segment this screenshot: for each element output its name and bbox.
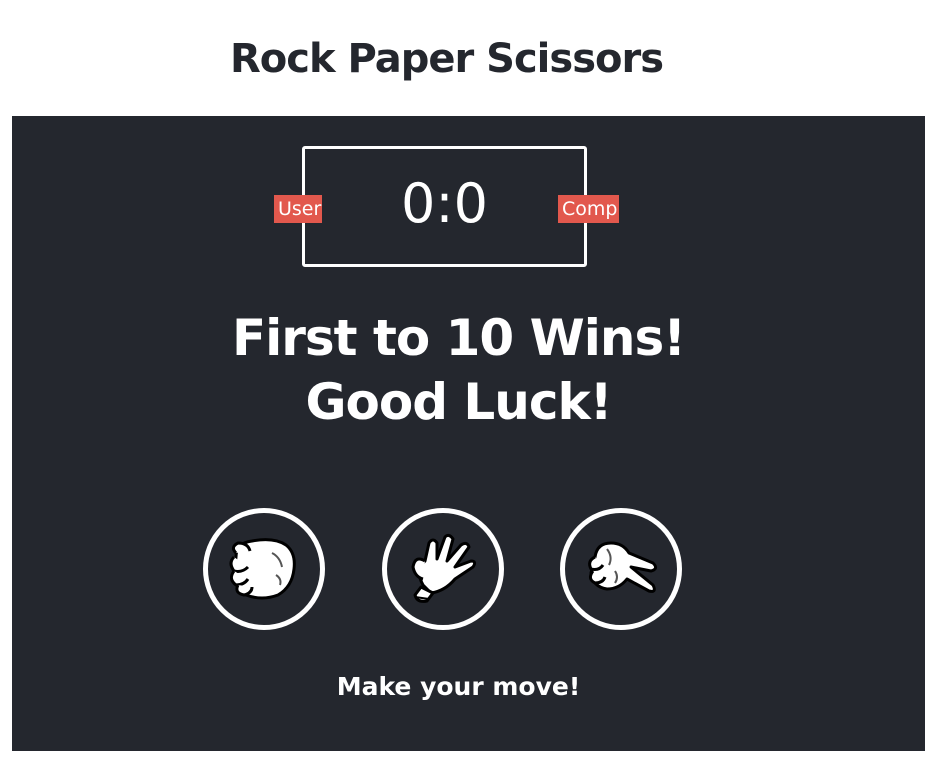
scissors-button[interactable] <box>560 508 682 630</box>
page-title: Rock Paper Scissors <box>229 36 664 82</box>
result-line-1: First to 10 Wins! <box>231 309 686 367</box>
comp-label: Comp <box>558 195 619 223</box>
game-board: 0:0 User Comp First to 10 Wins! Good Luc… <box>12 116 925 751</box>
result-message: First to 10 Wins! Good Luck! <box>12 306 905 434</box>
scissors-hand-icon <box>588 541 658 593</box>
scoreboard: 0:0 <box>302 146 587 267</box>
paper-button[interactable] <box>382 508 504 630</box>
user-label: User <box>274 195 322 223</box>
rock-hand-icon <box>229 538 296 600</box>
score-display: 0:0 <box>401 172 488 235</box>
rock-button[interactable] <box>203 508 325 630</box>
paper-hand-icon <box>411 533 477 603</box>
action-message: Make your move! <box>336 672 581 701</box>
result-line-2: Good Luck! <box>305 373 612 431</box>
